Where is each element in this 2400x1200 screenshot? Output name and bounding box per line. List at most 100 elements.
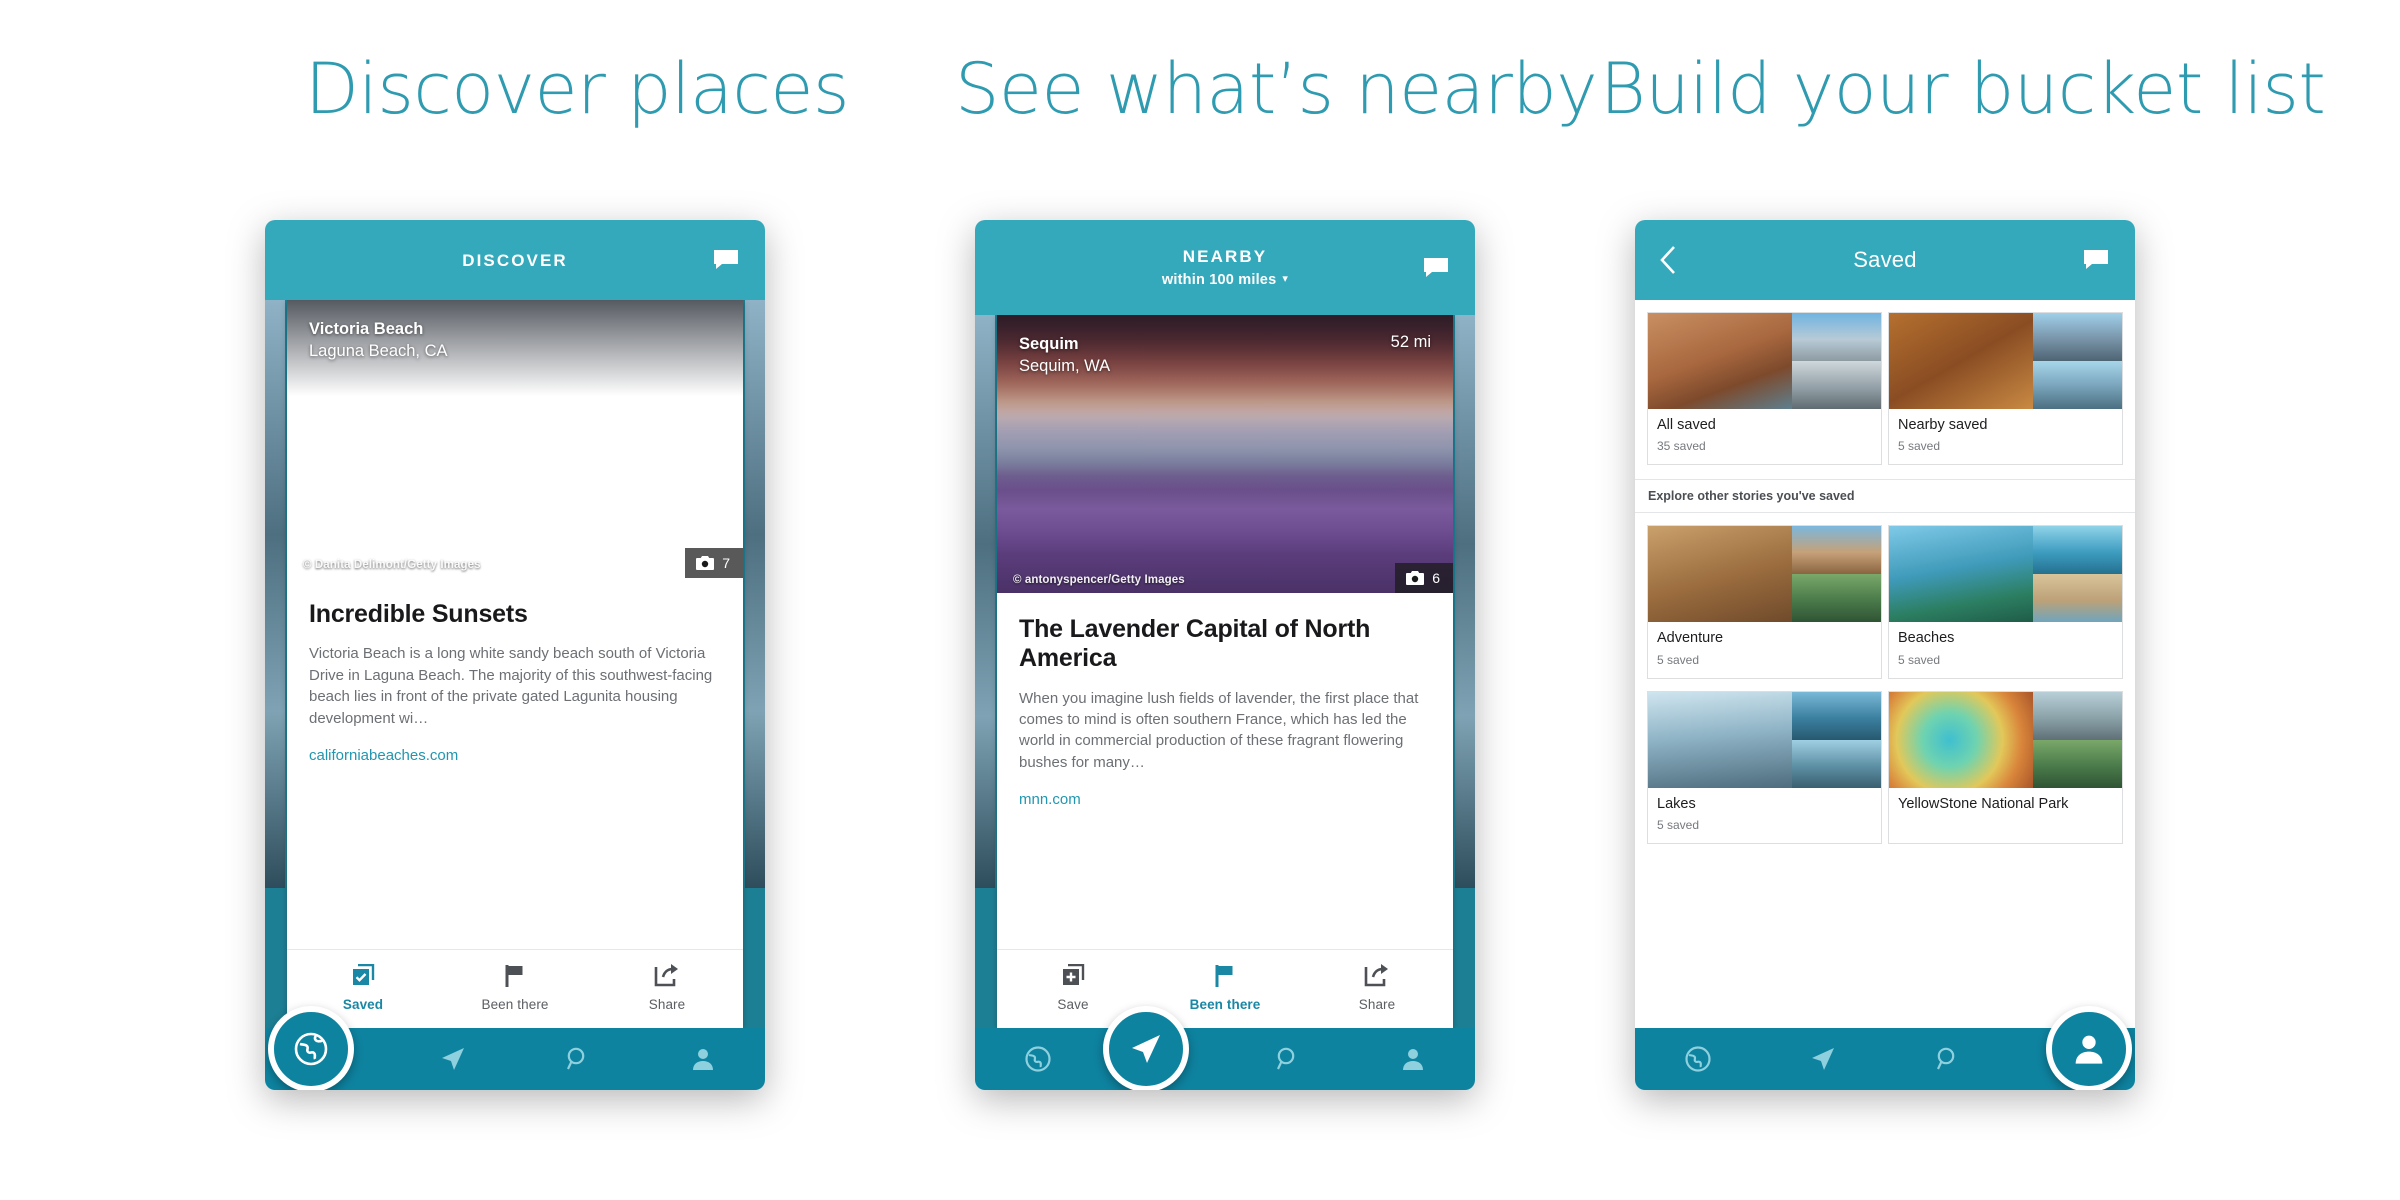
- collection-name: Nearby saved: [1898, 417, 1988, 433]
- chat-bubble-icon[interactable]: [1423, 257, 1449, 279]
- saved-collections: All saved 35 saved Nearby saved 5 saved …: [1635, 300, 2135, 1028]
- collection-count: 5 saved: [1898, 439, 1941, 454]
- collection-count: 5 saved: [1898, 652, 1941, 667]
- collection-info: Lakes 5 saved: [1648, 788, 1881, 843]
- action-label: Been there: [481, 997, 549, 1012]
- thumbnail: [1889, 313, 2034, 409]
- story-description: Victoria Beach is a long white sandy bea…: [309, 645, 713, 727]
- action-share[interactable]: Share: [591, 964, 743, 1012]
- hero-overlay: Sequim Sequim, WA 52 mi: [997, 315, 1453, 411]
- bottom-nav: [975, 1006, 1475, 1090]
- collection-tile-lakes[interactable]: Lakes 5 saved: [1647, 690, 1882, 845]
- nav-item-nearby[interactable]: [1760, 1046, 1885, 1072]
- thumbnail: [2033, 361, 2122, 409]
- thumbnail-stack: [2033, 526, 2122, 623]
- nav-fab-discover[interactable]: [268, 1006, 354, 1090]
- nav-item-search[interactable]: [515, 1046, 640, 1072]
- story-card[interactable]: Victoria Beach Laguna Beach, CA © Danita…: [287, 300, 743, 1028]
- collection-thumbnails: [1889, 313, 2122, 409]
- save-plus-icon: [1061, 964, 1086, 988]
- photo-count-badge[interactable]: 7: [685, 548, 743, 578]
- collection-info: Adventure 5 saved: [1648, 622, 1881, 677]
- collection-count: 5 saved: [1657, 818, 1700, 833]
- thumbnail: [2033, 313, 2122, 361]
- thumbnail: [2033, 574, 2122, 623]
- thumbnail-stack: [2033, 313, 2122, 409]
- collection-tile-beaches[interactable]: Beaches 5 saved: [1888, 525, 2123, 679]
- nav-item-profile[interactable]: [1350, 1047, 1475, 1071]
- save-checked-icon: [351, 964, 376, 988]
- action-save[interactable]: Save: [997, 964, 1149, 1012]
- thumbnail: [2033, 739, 2122, 788]
- story-body: The Lavender Capital of North America Wh…: [997, 593, 1453, 949]
- action-share[interactable]: Share: [1301, 964, 1453, 1012]
- thumbnail: [1792, 739, 1881, 788]
- nav-item-discover[interactable]: [1635, 1046, 1760, 1072]
- chat-bubble-icon[interactable]: [2083, 249, 2109, 271]
- nav-fab-nearby[interactable]: [1103, 1006, 1189, 1090]
- collection-tile-all-saved[interactable]: All saved 35 saved: [1647, 312, 1882, 466]
- thumbnail: [1648, 691, 1793, 788]
- carousel-peek-left[interactable]: [265, 300, 287, 1028]
- story-actions: Saved Been there Share: [287, 949, 743, 1028]
- card-carousel-discover: Victoria Beach Laguna Beach, CA © Danita…: [265, 300, 765, 1028]
- story-description: When you imagine lush fields of lavender…: [1019, 689, 1419, 771]
- thumbnail: [1792, 313, 1881, 361]
- back-chevron-icon[interactable]: [1659, 245, 1677, 275]
- screen-saved: Saved All saved 35 saved Nearby saved 5 …: [1635, 220, 2135, 1090]
- hero-place-name: Sequim: [1019, 335, 1079, 353]
- thumbnail: [1792, 691, 1881, 740]
- carousel-peek-left[interactable]: [975, 315, 997, 1028]
- thumbnail-stack: [1792, 313, 1881, 409]
- nav-item-nearby[interactable]: [390, 1046, 515, 1072]
- collection-thumbnails: [1648, 526, 1881, 623]
- photo-count-value: 7: [722, 555, 730, 571]
- action-been-there[interactable]: Been there: [439, 964, 591, 1012]
- collection-tile-nearby-saved[interactable]: Nearby saved 5 saved: [1888, 312, 2123, 466]
- action-label: Saved: [342, 997, 384, 1012]
- chat-bubble-icon[interactable]: [713, 249, 739, 271]
- chevron-down-icon: ▾: [1282, 273, 1289, 285]
- topbar-title: Saved: [1853, 247, 1917, 272]
- action-label: Save: [1057, 997, 1089, 1012]
- action-been-there[interactable]: Been there: [1149, 964, 1301, 1012]
- collection-tile-yellowstone[interactable]: YellowStone National Park: [1888, 690, 2123, 845]
- phone-mockup-nearby: NEARBY within 100 miles ▾ Sequim Sequim,…: [975, 220, 1475, 1090]
- carousel-peek-right[interactable]: [743, 300, 765, 1028]
- radius-filter[interactable]: within 100 miles ▾: [1162, 272, 1288, 288]
- nav-item-search[interactable]: [1885, 1046, 2010, 1072]
- action-saved[interactable]: Saved: [287, 964, 439, 1012]
- camera-icon: [696, 556, 715, 570]
- hero-place-name: Victoria Beach: [309, 320, 424, 338]
- nav-fab-profile[interactable]: [2046, 1006, 2132, 1090]
- nav-item-profile[interactable]: [640, 1047, 765, 1071]
- photo-count-badge[interactable]: 6: [1395, 563, 1453, 593]
- thumbnail: [2033, 691, 2122, 740]
- card-carousel-nearby: Sequim Sequim, WA 52 mi © antonyspencer/…: [975, 315, 1475, 1028]
- thumbnail: [1889, 691, 2034, 788]
- nav-item-discover[interactable]: [975, 1046, 1100, 1072]
- collection-thumbnails: [1648, 691, 1881, 788]
- story-actions: Save Been there Share: [997, 949, 1453, 1028]
- story-title: The Lavender Capital of North America: [1019, 615, 1371, 673]
- thumbnail: [1792, 526, 1881, 575]
- nav-item-search[interactable]: [1225, 1046, 1350, 1072]
- story-source-link[interactable]: mnn.com: [1019, 791, 1431, 808]
- collection-count: 5 saved: [1657, 652, 1700, 667]
- flag-icon: [504, 964, 526, 988]
- topbar-discover: DISCOVER: [265, 220, 765, 300]
- collection-info: YellowStone National Park: [1889, 788, 2122, 829]
- headline-bucket-list: Build your bucket list: [1600, 48, 2326, 130]
- photo-credit: © Danita Delimont/Getty Images: [303, 559, 481, 571]
- collection-info: Nearby saved 5 saved: [1889, 409, 2122, 464]
- share-icon: [654, 964, 680, 988]
- thumbnail: [1648, 313, 1793, 409]
- bottom-nav: [1635, 1006, 2135, 1090]
- hero-place-region: Laguna Beach, CA: [309, 342, 448, 361]
- collection-tile-adventure[interactable]: Adventure 5 saved: [1647, 525, 1882, 679]
- photo-credit: © antonyspencer/Getty Images: [1013, 574, 1185, 586]
- story-card[interactable]: Sequim Sequim, WA 52 mi © antonyspencer/…: [997, 315, 1453, 1028]
- thumbnail: [1792, 574, 1881, 623]
- story-source-link[interactable]: californiabeaches.com: [309, 747, 721, 764]
- carousel-peek-right[interactable]: [1453, 315, 1475, 1028]
